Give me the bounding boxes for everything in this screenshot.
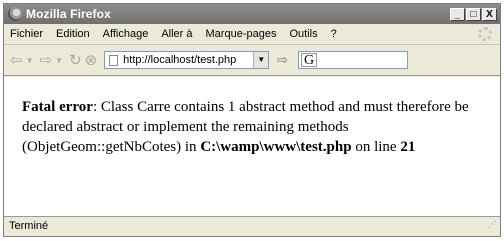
minimize-button[interactable]: _ [450,7,465,21]
menu-bar: Fichier Edition Affichage Aller à Marque… [4,24,500,45]
error-message: Fatal error: Class Carre contains 1 abst… [22,97,492,157]
stop-icon[interactable]: ⊗ [85,51,98,69]
search-bar[interactable]: G [298,51,409,69]
url-dropdown-icon[interactable]: ▼ [253,52,269,68]
error-file-path: C:\wamp\www\test.php [200,139,352,155]
error-line-number: 21 [400,139,416,155]
go-icon[interactable]: ⇨ [277,52,288,68]
page-icon [109,54,119,66]
status-text: Terminé [9,220,49,232]
forward-icon[interactable]: ⇨ [40,51,53,69]
window-controls: _ □ X [450,7,497,21]
navigation-toolbar: ⇦ ▼ ⇨ ▼ ↻ ⊗ http://localhost/test.php ▼ … [4,45,500,76]
menu-fichier[interactable]: Fichier [10,28,43,40]
resize-grip-icon[interactable]: ⋰ [488,215,497,234]
menu-marque-pages[interactable]: Marque-pages [206,28,277,40]
window-title: Mozilla Firefox [26,7,111,21]
search-engine-icon[interactable]: G [301,53,318,68]
title-bar: Mozilla Firefox _ □ X [4,4,500,24]
error-label: Fatal error [22,99,93,115]
menu-edition[interactable]: Edition [56,28,90,40]
maximize-button[interactable]: □ [466,7,481,21]
menu-outils[interactable]: Outils [289,28,317,40]
throbber-icon [478,27,492,41]
url-bar[interactable]: http://localhost/test.php ▼ [104,51,270,69]
back-icon[interactable]: ⇦ [10,51,23,69]
menu-aller-a[interactable]: Aller à [161,28,192,40]
menu-help[interactable]: ? [331,28,337,40]
error-line-prefix: on line [351,139,401,155]
status-bar: Terminé ⋰ [4,216,500,236]
browser-window: Mozilla Firefox _ □ X Fichier Edition Af… [3,3,501,237]
menu-affichage[interactable]: Affichage [103,28,149,40]
firefox-logo-icon [8,7,22,21]
forward-dropdown-icon[interactable]: ▼ [55,56,63,65]
page-content: Fatal error: Class Carre contains 1 abst… [4,77,500,216]
reload-icon[interactable]: ↻ [69,51,82,69]
back-dropdown-icon[interactable]: ▼ [26,56,34,65]
close-button[interactable]: X [482,7,497,21]
url-text[interactable]: http://localhost/test.php [123,54,253,66]
